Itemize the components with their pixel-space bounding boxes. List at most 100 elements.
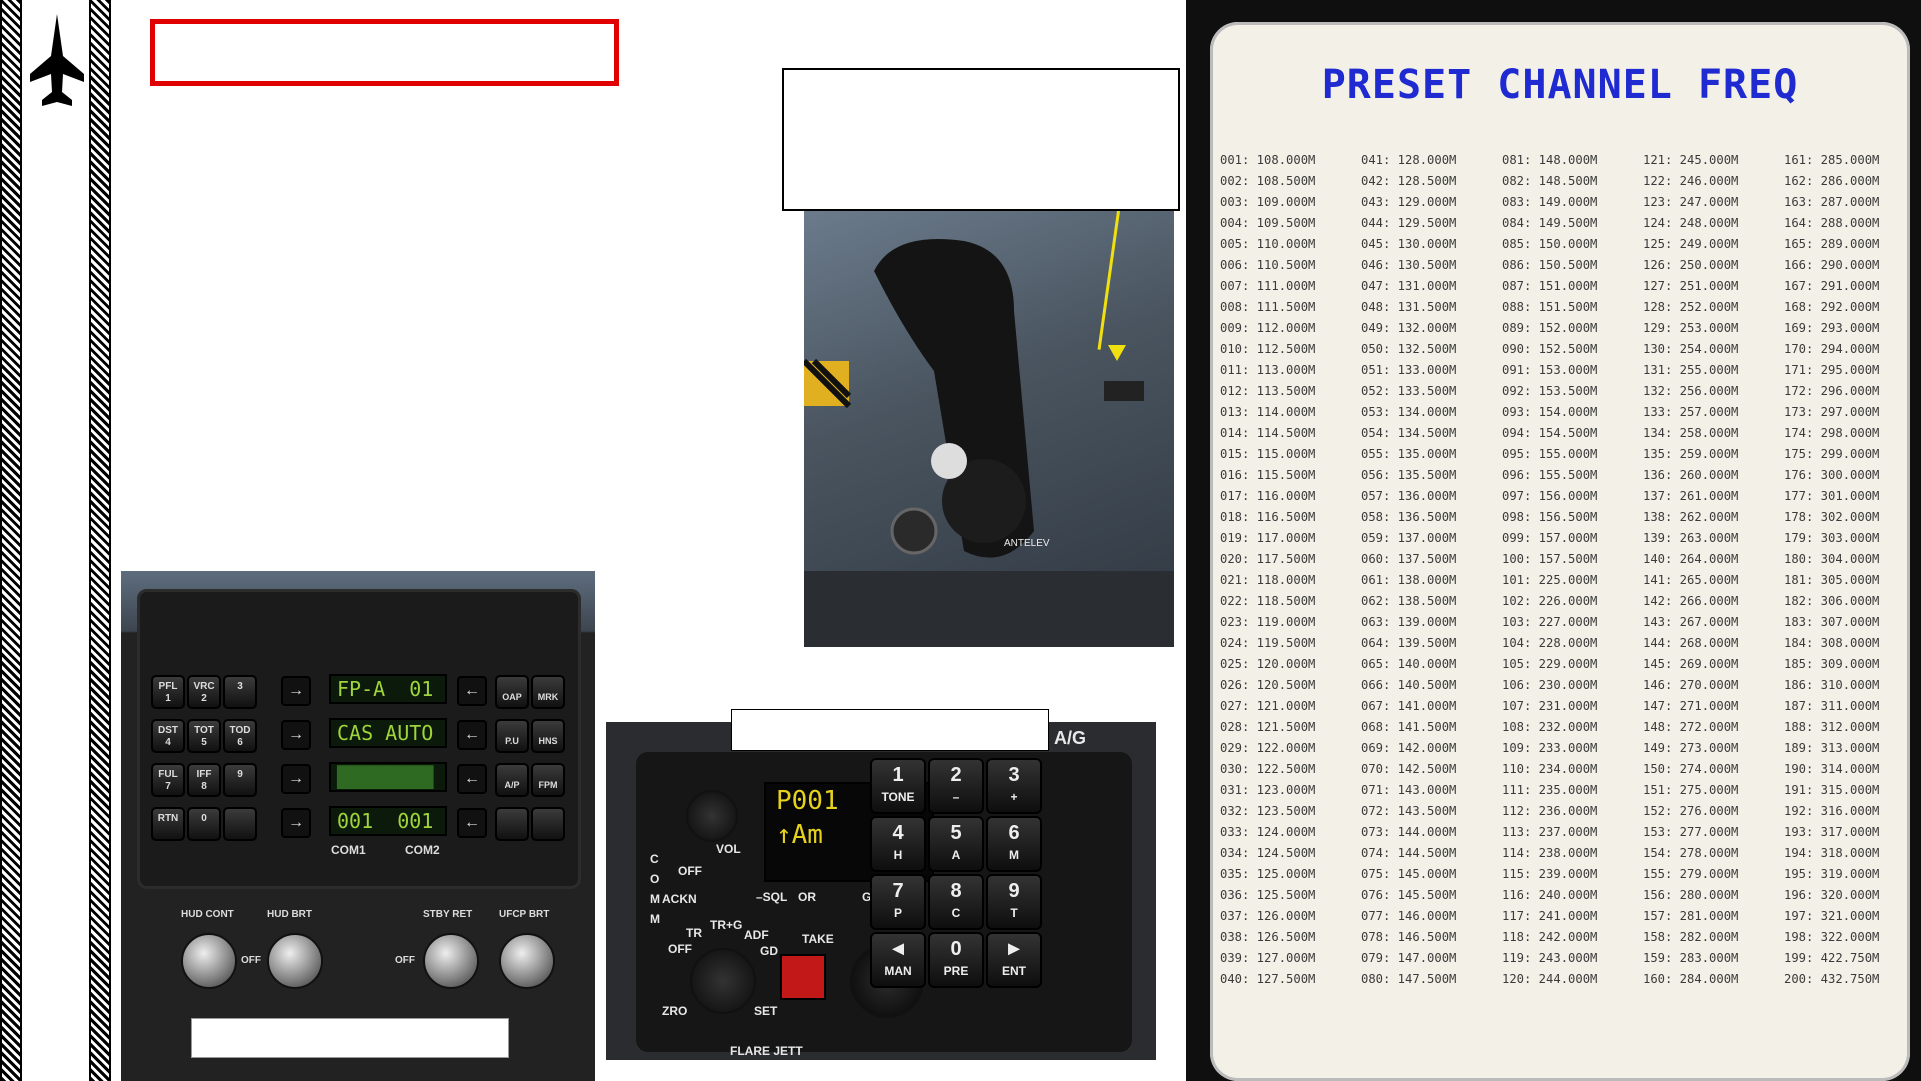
radio-key-number: 7	[892, 880, 904, 902]
ufc-right-key-6[interactable]: FPM	[531, 763, 565, 797]
freq-entry: 142: 266.000M	[1643, 594, 1739, 608]
radio-key-h[interactable]: 4H	[870, 816, 926, 872]
freq-entry: 088: 151.500M	[1502, 300, 1598, 314]
ufc-key-2[interactable]: VRC 2	[187, 675, 221, 709]
freq-entry: 192: 316.000M	[1784, 804, 1880, 818]
freq-entry: 065: 140.000M	[1361, 657, 1457, 671]
freq-entry: 186: 310.000M	[1784, 678, 1880, 692]
freq-entry: 100: 157.500M	[1502, 552, 1598, 566]
ufc-key-number: 9	[237, 769, 243, 780]
radio-key-number: 6	[1008, 822, 1020, 844]
take-button[interactable]	[780, 954, 826, 1000]
ufc-right-key-2[interactable]: MRK	[531, 675, 565, 709]
sql-label: –SQL	[756, 890, 788, 904]
ufc-arrow-left-3[interactable]: ←	[457, 764, 487, 794]
ufc-key-11[interactable]: 0	[187, 807, 221, 841]
freq-entry: 070: 142.500M	[1361, 762, 1457, 776]
freq-entry: 187: 311.000M	[1784, 699, 1880, 713]
ufc-arrow-right-3[interactable]: →	[281, 764, 311, 794]
radio-key-tone[interactable]: 1 TONE	[870, 758, 926, 814]
ufc-arrow-right-2[interactable]: →	[281, 720, 311, 750]
freq-entry: 060: 137.500M	[1361, 552, 1457, 566]
freq-entry: 049: 132.000M	[1361, 321, 1457, 335]
hud-brt-knob[interactable]	[267, 933, 323, 989]
frequency-card-frame: PRESET CHANNEL FREQ 001: 108.000M 002: 10…	[1186, 0, 1921, 1081]
mode-knob[interactable]	[690, 948, 756, 1014]
ufc-right-key-5[interactable]: A/P	[495, 763, 529, 797]
ufc-right-key-8[interactable]	[531, 807, 565, 841]
radio-key-man[interactable]: ◄ MAN	[870, 932, 926, 988]
vol-label: VOL	[716, 842, 741, 856]
freq-entry: 104: 228.000M	[1502, 636, 1598, 650]
knob-label-hud-cont: HUD CONT	[181, 909, 234, 920]
radio-key-a[interactable]: 5A	[928, 816, 984, 872]
radio-key-number: 3	[1008, 764, 1020, 786]
freq-entry: 051: 133.000M	[1361, 363, 1457, 377]
ufc-key-10[interactable]: RTN	[151, 807, 185, 841]
ufc-key-1[interactable]: PFL 1	[151, 675, 185, 709]
freq-entry: 163: 287.000M	[1784, 195, 1880, 209]
freq-entry: 195: 319.000M	[1784, 867, 1880, 881]
ufc-right-key-7[interactable]	[495, 807, 529, 841]
freq-entry: 160: 284.000M	[1643, 972, 1739, 986]
hud-cont-knob[interactable]	[181, 933, 237, 989]
ufc-key-6[interactable]: TOD 6	[223, 719, 257, 753]
freq-entry: 152: 276.000M	[1643, 804, 1739, 818]
freq-entry: 097: 156.000M	[1502, 489, 1598, 503]
freq-entry: 059: 137.000M	[1361, 531, 1457, 545]
radio-key-pre[interactable]: 0 PRE	[928, 932, 984, 988]
freq-entry: 183: 307.000M	[1784, 615, 1880, 629]
freq-entry: 159: 283.000M	[1643, 951, 1739, 965]
ufc-key-8[interactable]: IFF 8	[187, 763, 221, 797]
ufc-key-4[interactable]: DST 4	[151, 719, 185, 753]
freq-entry: 083: 149.000M	[1502, 195, 1598, 209]
vol-knob[interactable]	[686, 790, 738, 842]
ufc-arrow-right-1[interactable]: →	[281, 676, 311, 706]
radio-key-+[interactable]: 3 +	[986, 758, 1042, 814]
freq-entry: 017: 116.000M	[1220, 489, 1316, 503]
ufc-right-key-3[interactable]: P.U	[495, 719, 529, 753]
freq-entry: 155: 279.000M	[1643, 867, 1739, 881]
ufc-key-7[interactable]: FUL 7	[151, 763, 185, 797]
freq-entry: 030: 122.500M	[1220, 762, 1316, 776]
radio-panel-image: A/G P001 ↑Am VOL OFF –SQL OR GO TX C O M…	[606, 722, 1156, 1060]
freq-entry: 020: 117.500M	[1220, 552, 1316, 566]
freq-entry: 027: 121.000M	[1220, 699, 1316, 713]
ufc-arrow-right-4[interactable]: →	[281, 808, 311, 838]
ufcp-brt-knob[interactable]	[499, 933, 555, 989]
radio-key-m[interactable]: 6M	[986, 816, 1042, 872]
freq-entry: 173: 297.000M	[1784, 405, 1880, 419]
ufc-key-5[interactable]: TOT 5	[187, 719, 221, 753]
radio-key-–[interactable]: 2–	[928, 758, 984, 814]
radio-key-number: ►	[1004, 938, 1024, 960]
freq-entry: 062: 138.500M	[1361, 594, 1457, 608]
radio-key-sub: P	[893, 906, 902, 920]
ufc-right-key-1[interactable]: OAP	[495, 675, 529, 709]
ufc-key-12[interactable]	[223, 807, 257, 841]
radio-key-p[interactable]: 7P	[870, 874, 926, 930]
ufc-arrow-left-2[interactable]: ←	[457, 720, 487, 750]
freq-entry: 044: 129.500M	[1361, 216, 1457, 230]
radio-key-sub: –	[952, 790, 960, 804]
freq-entry: 120: 244.000M	[1502, 972, 1598, 986]
freq-entry: 118: 242.000M	[1502, 930, 1598, 944]
ufc-arrow-left-1[interactable]: ←	[457, 676, 487, 706]
freq-entry: 145: 269.000M	[1643, 657, 1739, 671]
freq-entry: 102: 226.000M	[1502, 594, 1598, 608]
freq-entry: 128: 252.000M	[1643, 300, 1739, 314]
com-m1-label: M	[650, 892, 660, 906]
freq-entry: 073: 144.000M	[1361, 825, 1457, 839]
freq-entry: 122: 246.000M	[1643, 174, 1739, 188]
stby-ret-knob[interactable]	[423, 933, 479, 989]
radio-key-ent[interactable]: ► ENT	[986, 932, 1042, 988]
freq-entry: 032: 123.500M	[1220, 804, 1316, 818]
ufc-key-9[interactable]: 9	[223, 763, 257, 797]
radio-key-t[interactable]: 9T	[986, 874, 1042, 930]
ufc-right-key-4[interactable]: HNS	[531, 719, 565, 753]
ufc-key-3[interactable]: 3	[223, 675, 257, 709]
freq-entry: 107: 231.000M	[1502, 699, 1598, 713]
radio-key-c[interactable]: 8C	[928, 874, 984, 930]
ufc-key-number: 7	[165, 781, 171, 792]
freq-entry: 190: 314.000M	[1784, 762, 1880, 776]
ufc-arrow-left-4[interactable]: ←	[457, 808, 487, 838]
